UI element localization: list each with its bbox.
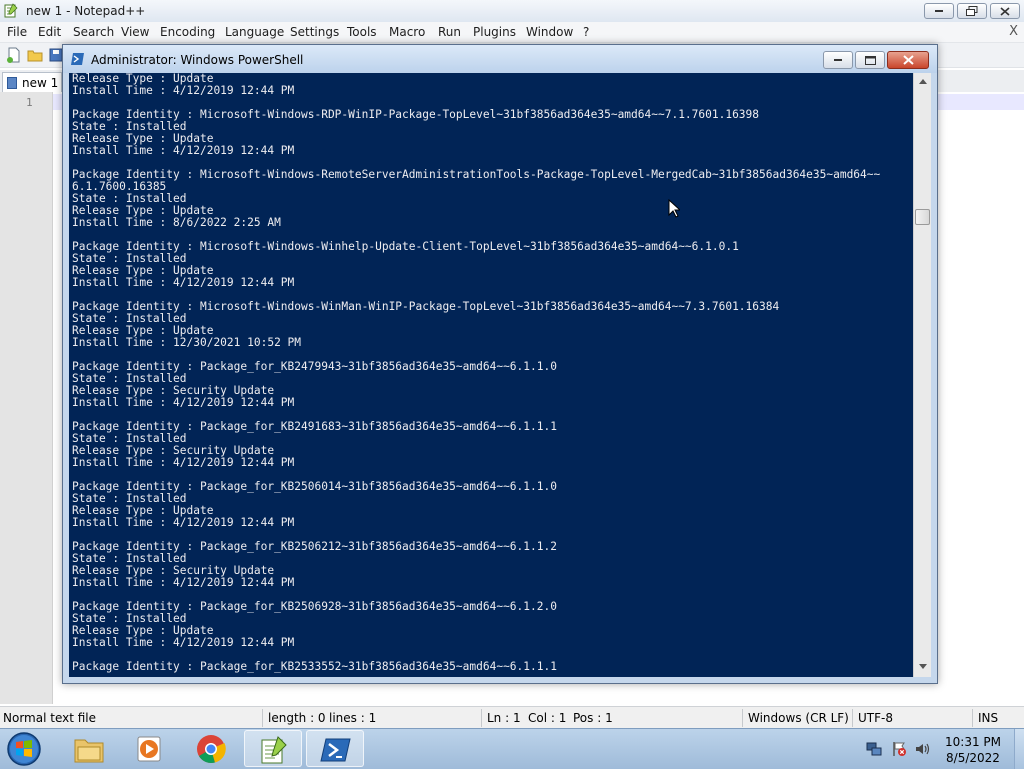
notepad-app-icon[interactable]: [4, 3, 18, 18]
clock-date: 8/5/2022: [946, 751, 1000, 765]
powershell-close-button[interactable]: [887, 51, 929, 69]
notepad-titlebar: new 1 - Notepad++: [0, 0, 1024, 23]
scrollbar-thumb[interactable]: [915, 209, 930, 225]
tab-label: new 1: [22, 76, 59, 90]
line-number-gutter: 1: [0, 92, 53, 704]
document-icon: [7, 77, 17, 89]
menu-encoding[interactable]: Encoding: [160, 25, 215, 39]
notepad-statusbar: Normal text file length : 0 lines : 1 Ln…: [0, 706, 1024, 729]
console-output: Release Type : Update Install Time : 4/1…: [72, 73, 881, 673]
status-eol: Windows (CR LF): [748, 711, 849, 725]
powershell-console[interactable]: Release Type : Update Install Time : 4/1…: [69, 73, 913, 677]
status-position: Pos : 1: [573, 711, 613, 725]
taskbar-notepad-plus-plus[interactable]: [244, 730, 302, 767]
menu-plugins[interactable]: Plugins: [473, 25, 516, 39]
menu-file[interactable]: File: [7, 25, 27, 39]
menu-run[interactable]: Run: [438, 25, 461, 39]
menu-tools[interactable]: Tools: [347, 25, 377, 39]
powershell-app-icon[interactable]: [71, 52, 85, 66]
action-center-flag-icon[interactable]: [891, 741, 907, 757]
taskbar-powershell[interactable]: [306, 730, 364, 767]
status-insert-mode: INS: [978, 711, 999, 725]
powershell-window: Administrator: Windows PowerShell Releas…: [62, 44, 938, 684]
notepad-plus-plus-icon: [261, 736, 287, 764]
media-player-icon: [137, 736, 161, 762]
notepad-restore-button[interactable]: [957, 3, 987, 19]
menu-view[interactable]: View: [121, 25, 149, 39]
notepad-minimize-button[interactable]: [924, 3, 954, 19]
powershell-titlebar[interactable]: Administrator: Windows PowerShell: [63, 45, 937, 73]
new-file-icon[interactable]: [6, 47, 22, 63]
status-line: Ln : 1: [487, 711, 521, 725]
scroll-down-arrow-icon[interactable]: [918, 663, 928, 671]
status-column: Col : 1: [528, 711, 567, 725]
powershell-window-title: Administrator: Windows PowerShell: [91, 53, 304, 67]
status-divider: [852, 709, 853, 727]
menu-window[interactable]: Window: [526, 25, 573, 39]
menu-search[interactable]: Search: [73, 25, 114, 39]
menu-settings[interactable]: Settings: [290, 25, 339, 39]
start-button[interactable]: [6, 731, 42, 767]
status-lines: lines : 1: [329, 711, 377, 725]
menu-edit[interactable]: Edit: [38, 25, 61, 39]
menu-language[interactable]: Language: [225, 25, 284, 39]
powershell-icon: [320, 738, 351, 762]
menu-help[interactable]: ?: [583, 25, 589, 39]
notepad-menubar: File Edit Search View Encoding Language …: [0, 22, 1024, 43]
taskbar-chrome[interactable]: [182, 730, 240, 767]
status-encoding: UTF-8: [858, 711, 893, 725]
clock-time: 10:31 PM: [945, 735, 1001, 749]
status-divider: [972, 709, 973, 727]
menu-macro[interactable]: Macro: [389, 25, 425, 39]
status-length: length : 0: [268, 711, 326, 725]
notepad-window-title: new 1 - Notepad++: [26, 4, 146, 18]
mouse-cursor-icon: [668, 199, 680, 218]
scroll-up-arrow-icon[interactable]: [918, 77, 928, 85]
taskbar-explorer[interactable]: [60, 730, 118, 767]
line-number: 1: [26, 96, 33, 109]
close-document-button[interactable]: X: [1009, 24, 1018, 39]
status-divider: [742, 709, 743, 727]
console-scrollbar[interactable]: [913, 73, 931, 677]
notepad-close-button[interactable]: [990, 3, 1020, 19]
tab-new-1[interactable]: new 1: [2, 72, 62, 92]
status-file-type: Normal text file: [3, 711, 97, 725]
volume-icon[interactable]: [914, 741, 930, 757]
open-file-icon[interactable]: [27, 47, 43, 63]
taskbar-clock[interactable]: 10:31 PM 8/5/2022: [938, 734, 1008, 766]
network-icon[interactable]: [866, 741, 882, 757]
taskbar: 10:31 PM 8/5/2022: [0, 728, 1024, 769]
status-divider: [262, 709, 263, 727]
taskbar-media-player[interactable]: [121, 730, 179, 767]
powershell-maximize-button[interactable]: [855, 51, 885, 69]
powershell-minimize-button[interactable]: [823, 51, 853, 69]
windows-explorer-icon: [74, 739, 104, 763]
status-divider: [481, 709, 482, 727]
chrome-icon: [197, 735, 226, 764]
show-desktop-button[interactable]: [1014, 729, 1024, 769]
